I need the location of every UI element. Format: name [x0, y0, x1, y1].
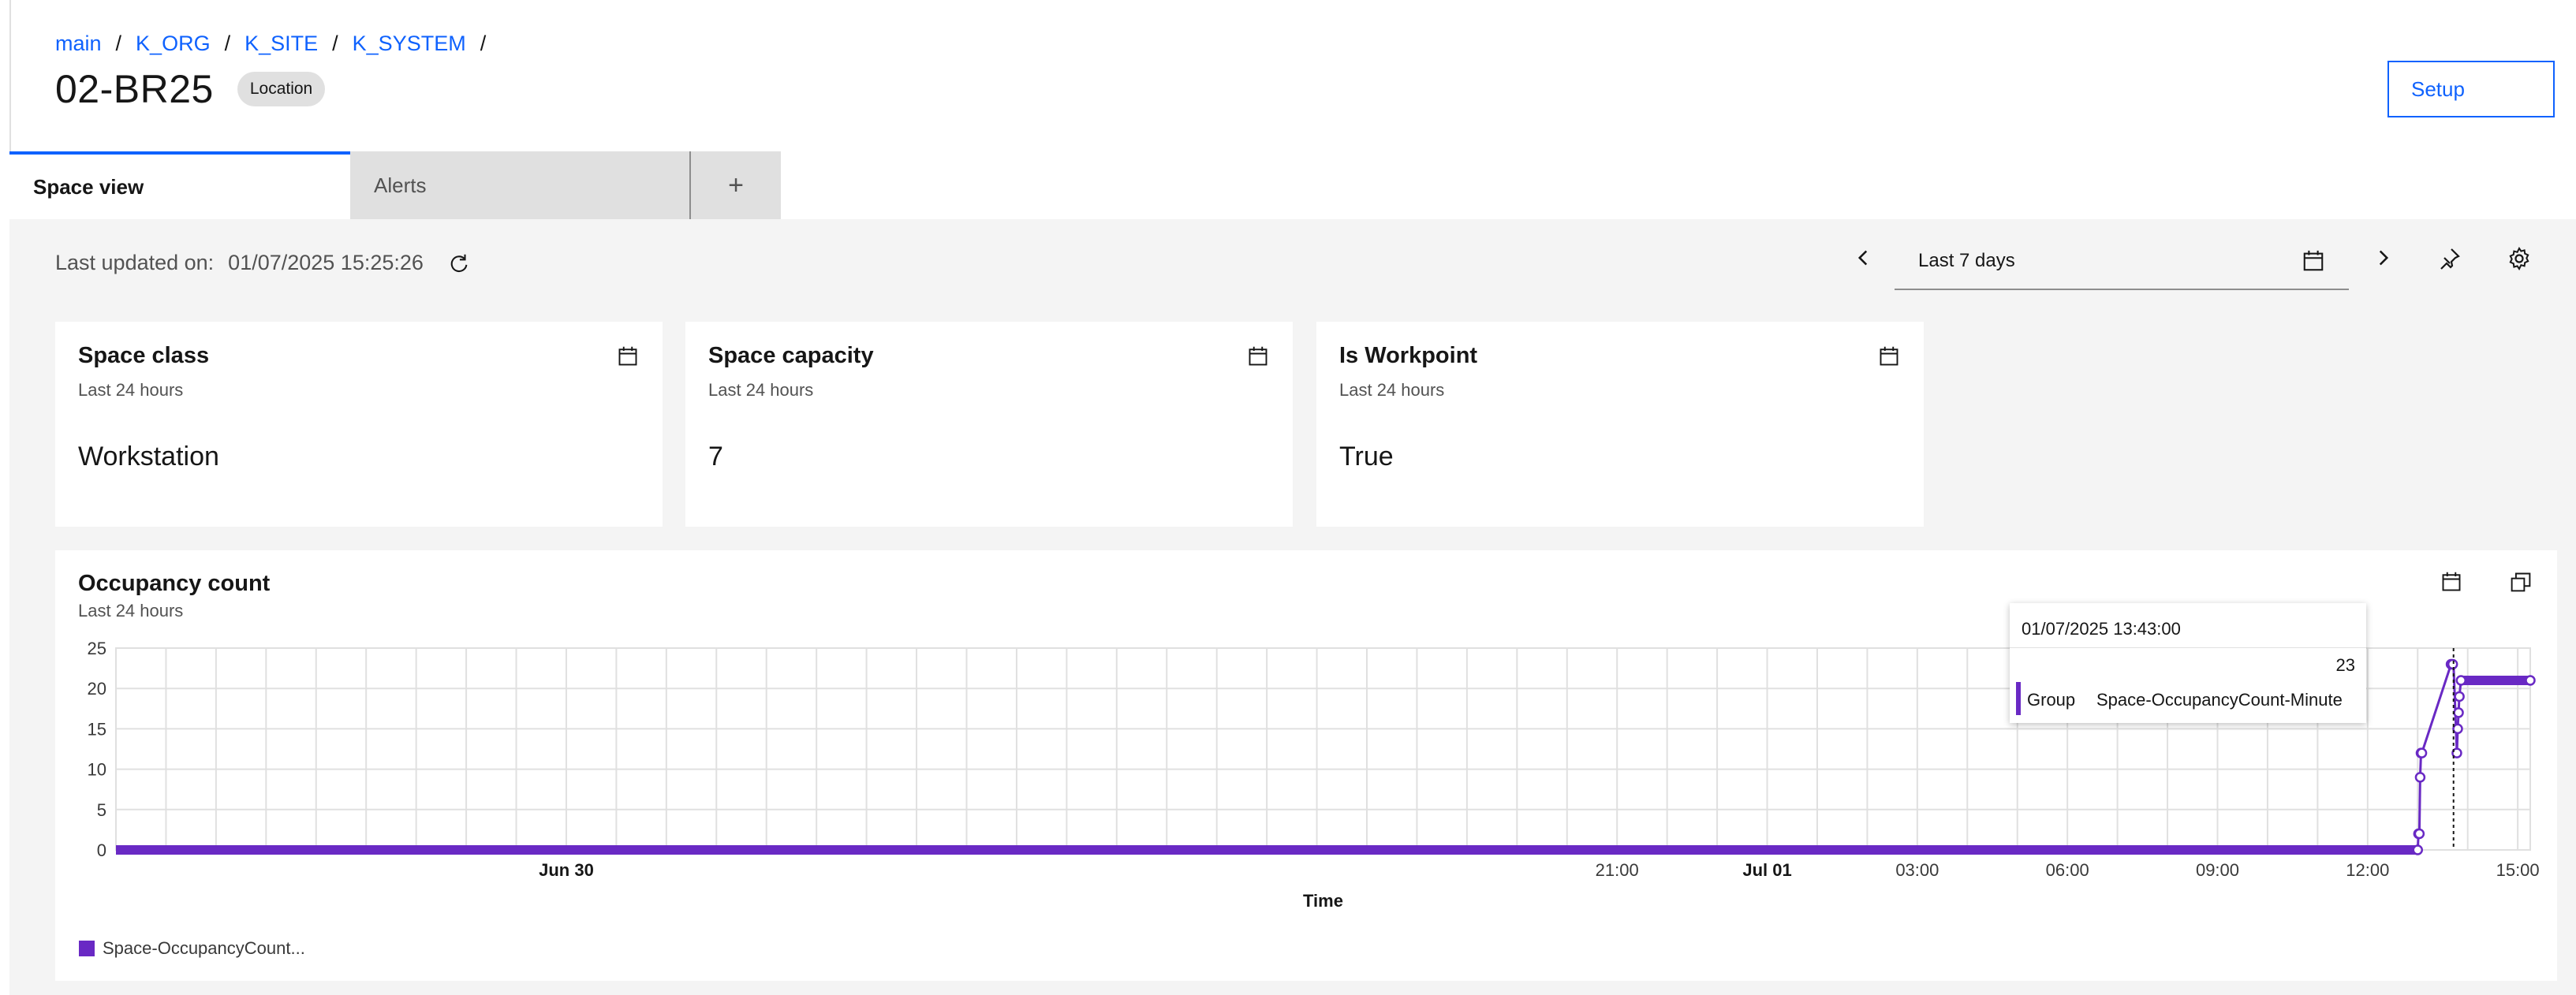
- tooltip-series-swatch: [2016, 682, 2021, 715]
- y-tick-label: 0: [97, 840, 106, 860]
- data-point: [2447, 658, 2458, 670]
- tooltip-value: 23: [2335, 655, 2355, 675]
- occupancy-line-chart[interactable]: 0 5 10 15 20 25 Jun 30 21:00 Jul 01 03:00 06:00 09:…: [0, 0, 2576, 995]
- x-axis-title: Time: [1303, 891, 1343, 911]
- data-point: [2414, 828, 2425, 840]
- y-tick-label: 5: [97, 800, 106, 820]
- legend-label: Space-OccupancyCount...: [103, 938, 305, 958]
- data-point: [2452, 723, 2463, 735]
- x-tick-label: Jun 30: [539, 860, 594, 880]
- y-tick-label: 15: [88, 719, 106, 739]
- tooltip-divider: [2010, 647, 2366, 648]
- tooltip-group-label: Group: [2027, 690, 2076, 710]
- chart-legend[interactable]: Space-OccupancyCount...: [79, 938, 305, 959]
- data-point: [2416, 747, 2428, 758]
- data-point: [2453, 707, 2464, 718]
- x-tick-label: 12:00: [2346, 860, 2389, 880]
- x-tick-label: 15:00: [2496, 860, 2540, 880]
- x-tick-label: 09:00: [2196, 860, 2239, 880]
- x-tick-label: 03:00: [1895, 860, 1939, 880]
- tooltip-timestamp: 01/07/2025 13:43:00: [2022, 619, 2181, 639]
- y-tick-label: 25: [88, 639, 106, 658]
- y-tick-label: 10: [88, 760, 106, 780]
- chart-tooltip: 01/07/2025 13:43:00 23 Group Space-Occup…: [2010, 603, 2366, 723]
- data-point: [2412, 844, 2424, 855]
- data-point: [2455, 675, 2466, 686]
- x-tick-label: 21:00: [1596, 860, 1639, 880]
- x-tick-label: 06:00: [2046, 860, 2089, 880]
- data-point: [2414, 772, 2426, 783]
- y-tick-label: 20: [88, 679, 106, 699]
- data-point: [2454, 691, 2465, 702]
- tooltip-series-name: Space-OccupancyCount-Minute: [2096, 690, 2343, 710]
- legend-swatch: [79, 941, 95, 956]
- x-tick-label: Jul 01: [1742, 860, 1791, 880]
- data-point: [2525, 675, 2536, 686]
